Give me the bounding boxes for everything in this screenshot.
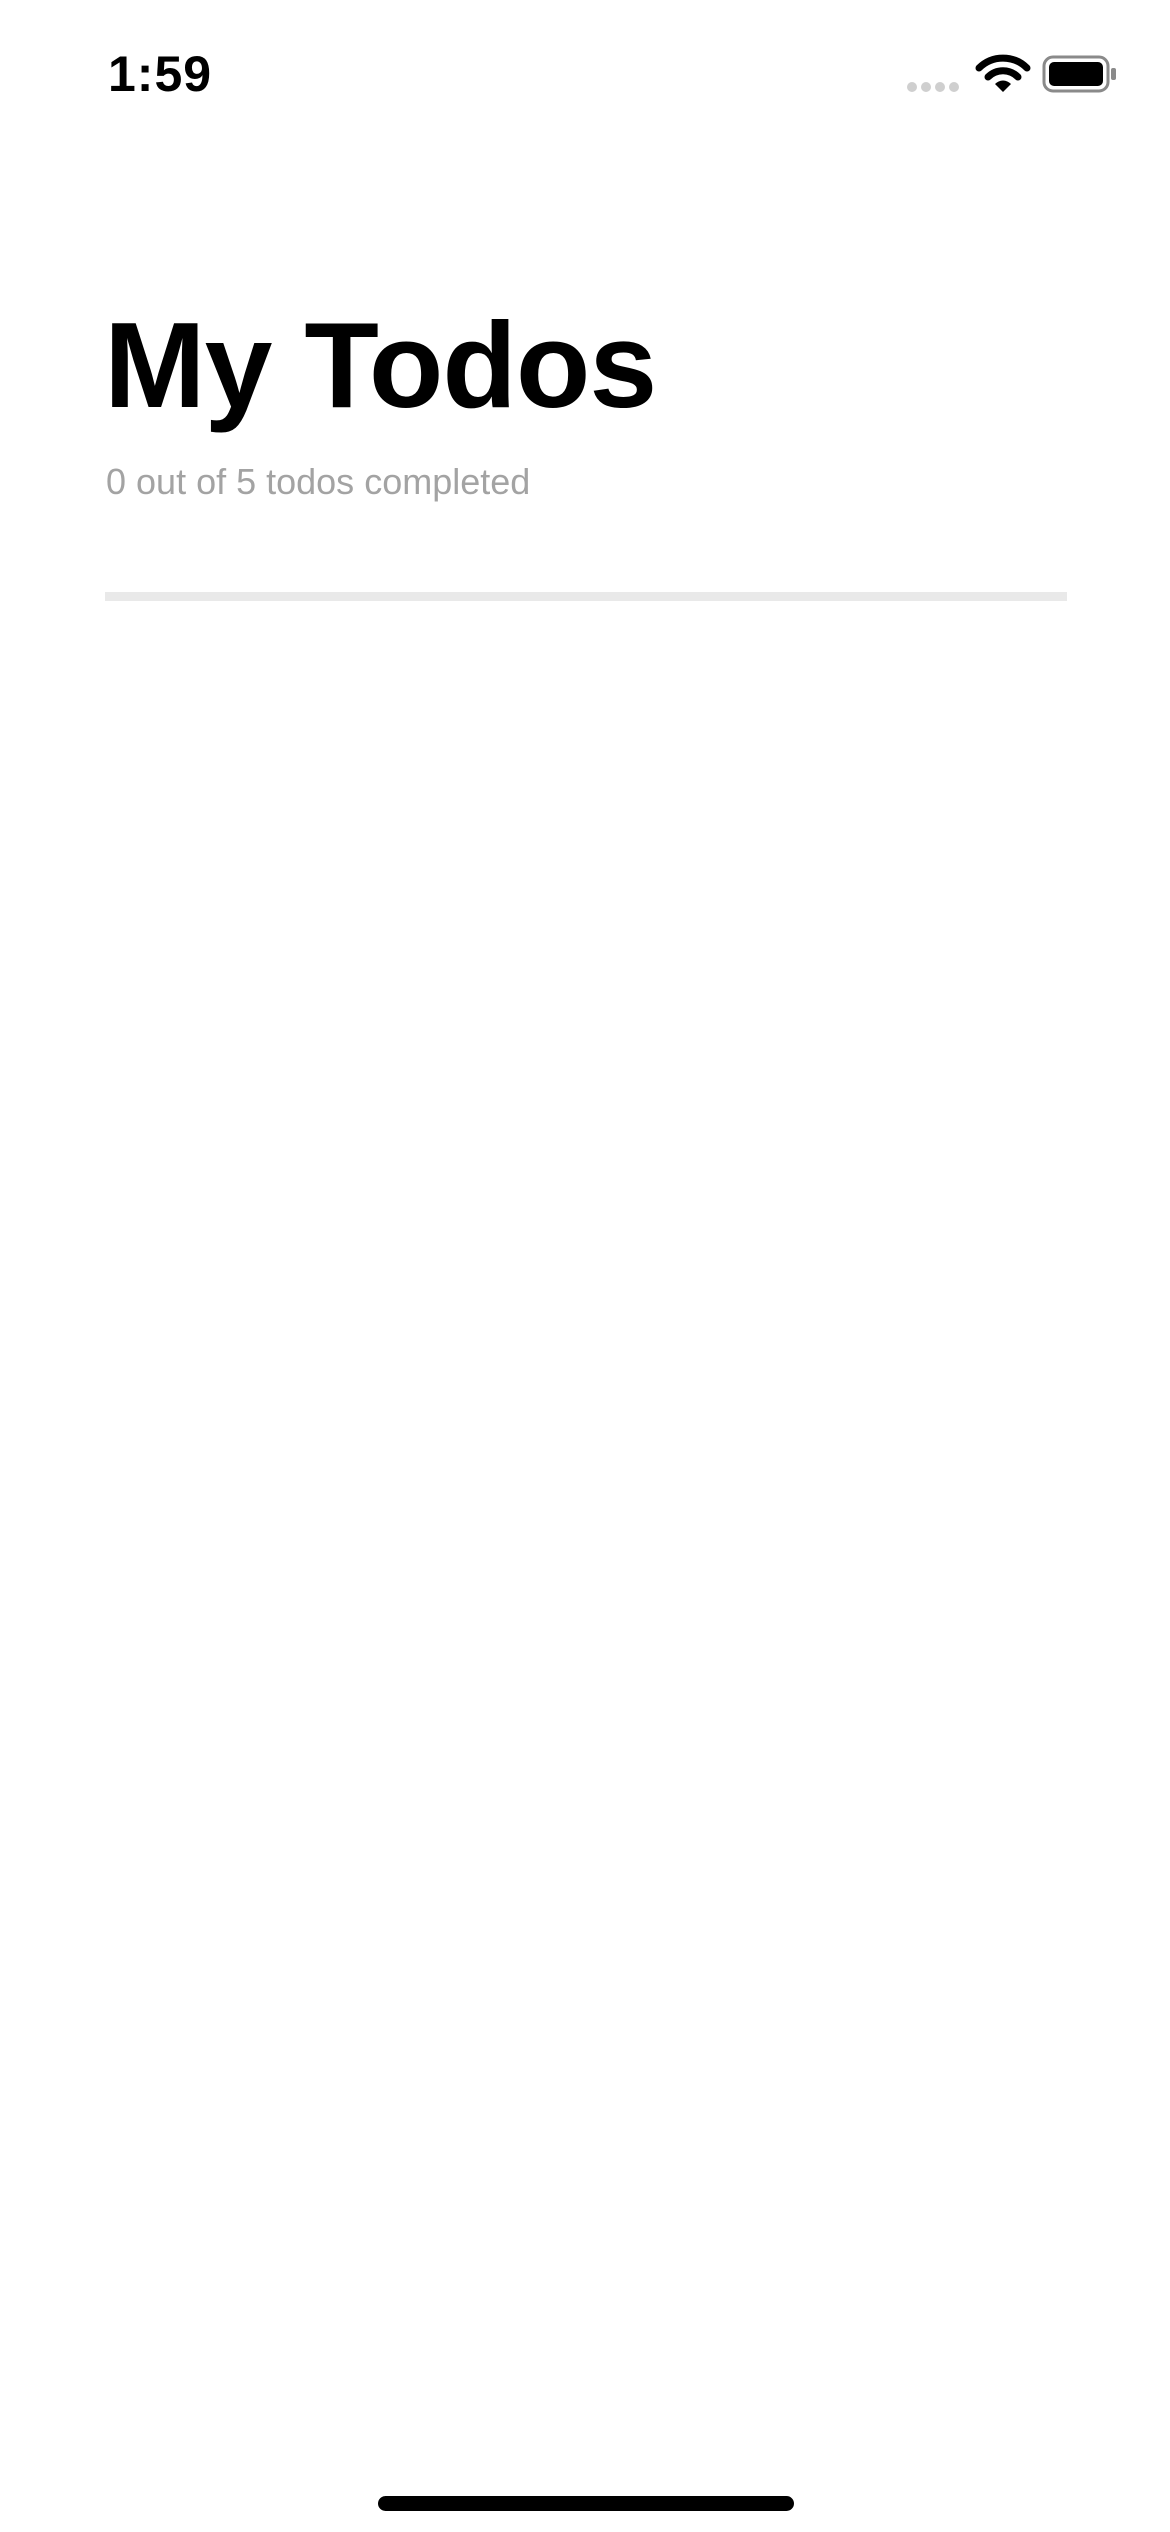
home-indicator[interactable] bbox=[378, 2496, 794, 2511]
status-bar: 1:59 bbox=[0, 0, 1170, 150]
completion-summary: 0 out of 5 todos completed bbox=[106, 461, 531, 502]
signal-icon bbox=[907, 82, 959, 92]
progress-bar bbox=[105, 592, 1067, 601]
wifi-icon bbox=[975, 54, 1031, 92]
status-time: 1:59 bbox=[108, 46, 213, 102]
page-title: My Todos bbox=[104, 297, 657, 433]
todo-list bbox=[105, 620, 1067, 2420]
battery-icon bbox=[1042, 55, 1116, 93]
